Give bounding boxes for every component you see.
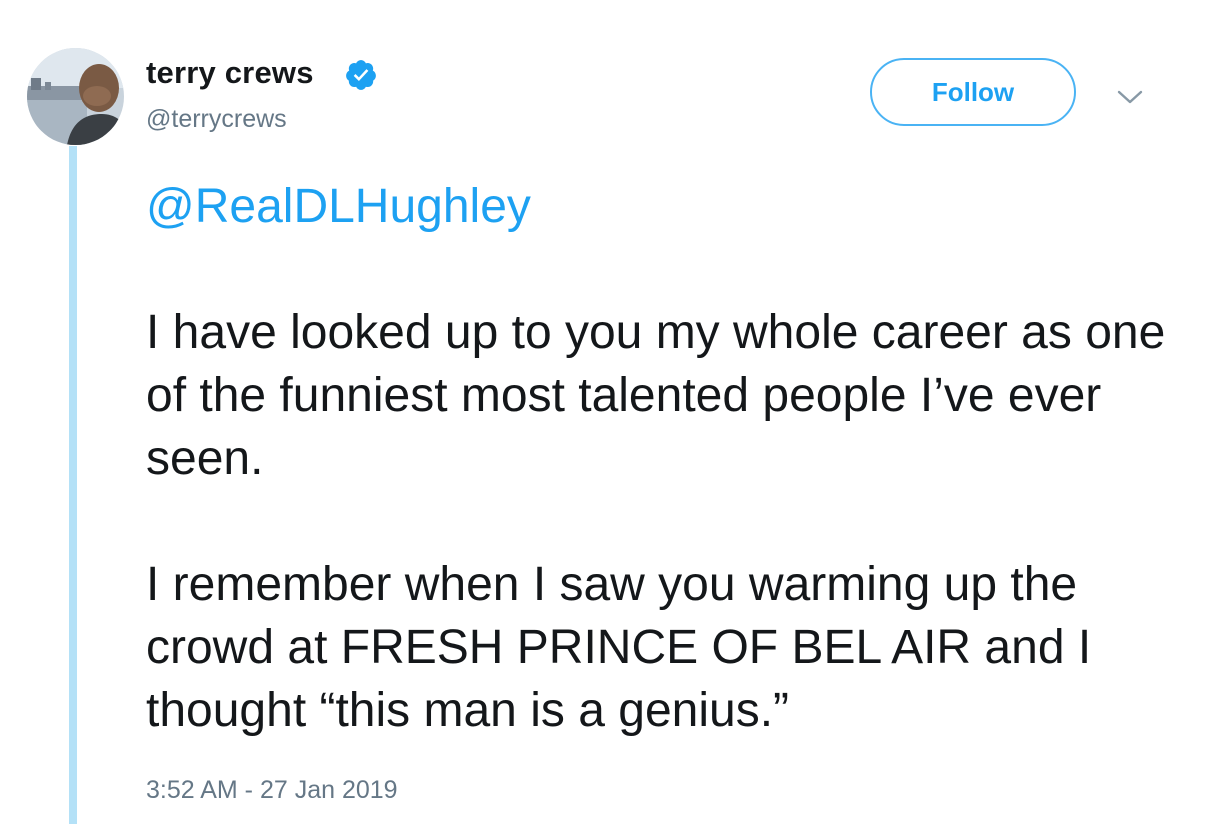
tweet-body: @RealDLHughley I have looked up to you m… (146, 175, 1186, 742)
tweet-timestamp[interactable]: 3:52 AM - 27 Jan 2019 (146, 776, 398, 805)
avatar-image (27, 48, 124, 145)
follow-button[interactable]: Follow (870, 58, 1076, 126)
thread-line (69, 146, 77, 824)
tweet-paragraph-2: I remember when I saw you warming up the… (146, 558, 1092, 737)
mention-link[interactable]: @RealDLHughley (146, 175, 1186, 238)
avatar[interactable] (27, 48, 124, 145)
tweet-paragraph-1: I have looked up to you my whole career … (146, 306, 1166, 485)
author-handle[interactable]: @terrycrews (146, 105, 287, 134)
verified-badge-icon (346, 60, 376, 90)
author-display-name[interactable]: terry crews (146, 55, 314, 91)
chevron-down-icon[interactable] (1116, 88, 1144, 106)
